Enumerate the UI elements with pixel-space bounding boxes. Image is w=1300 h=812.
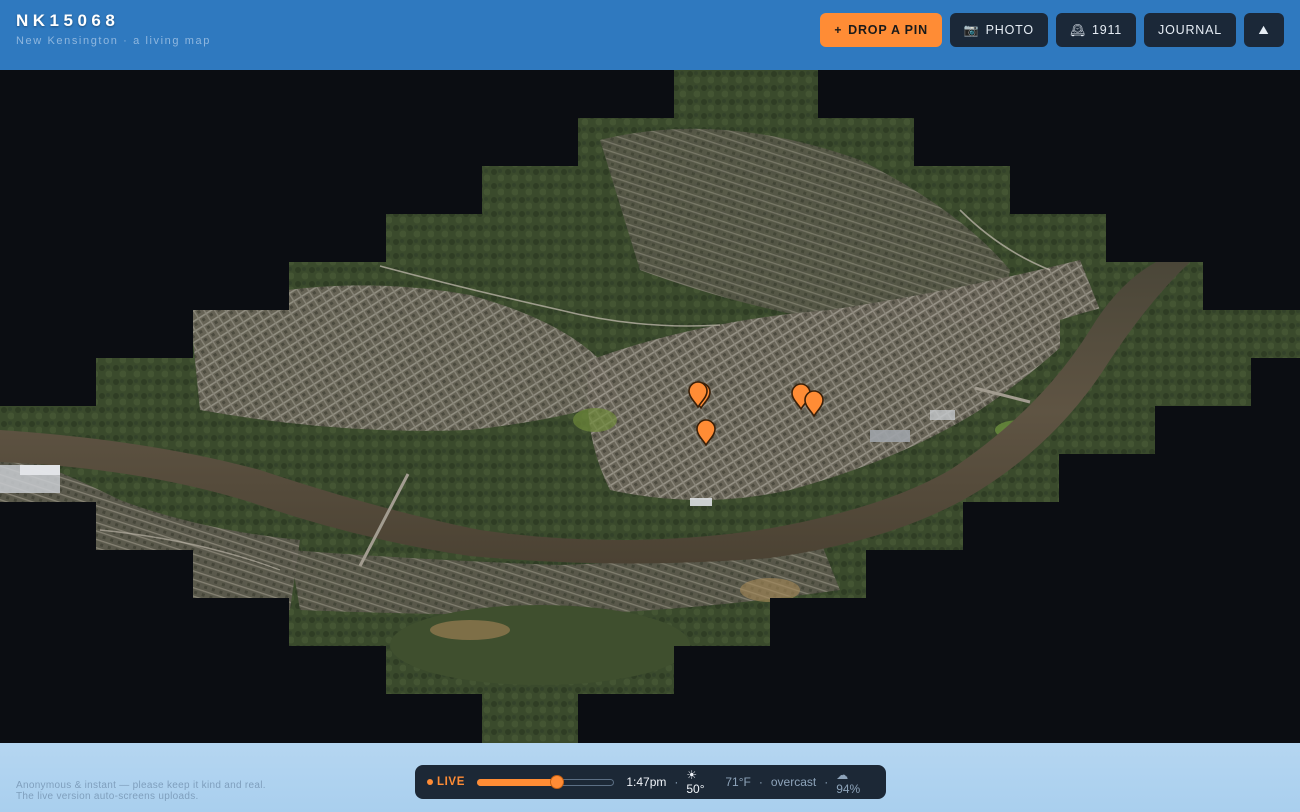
- separator-dot: ·: [758, 775, 763, 789]
- sun-angle: ☀ 50°: [686, 768, 705, 796]
- drop-pin-label: DROP A PIN: [848, 23, 928, 37]
- journal-button[interactable]: JOURNAL: [1144, 13, 1236, 47]
- bottom-bar: Anonymous & instant — please keep it kin…: [0, 743, 1300, 812]
- separator-dot: ·: [824, 775, 829, 789]
- cloud-cover: ☁ 94%: [836, 768, 861, 796]
- time-slider[interactable]: [476, 775, 615, 789]
- separator-dot: ·: [674, 775, 679, 789]
- map-canvas[interactable]: [0, 70, 1300, 743]
- slider-fill: [476, 779, 557, 786]
- historic-1911-button[interactable]: 🕰 1911: [1055, 13, 1137, 47]
- brand: NK15068 New Kensington · a living map: [16, 11, 211, 47]
- photo-label: PHOTO: [985, 23, 1034, 37]
- top-bar: NK15068 New Kensington · a living map + …: [0, 0, 1300, 70]
- live-timeline-bar: LIVE 1:47pm · ☀ 50° 71°F · overcast · ☁ …: [415, 765, 886, 799]
- plus-icon: +: [834, 23, 843, 37]
- camera-icon: 📷: [963, 23, 980, 37]
- historic-map-icon: 🕰: [1069, 23, 1086, 37]
- current-time: 1:47pm: [626, 775, 667, 789]
- header-actions: + DROP A PIN 📷 PHOTO 🕰 1911 JOURNAL ⛰: [820, 13, 1284, 47]
- journal-label: JOURNAL: [1158, 23, 1222, 37]
- photo-button[interactable]: 📷 PHOTO: [949, 13, 1048, 47]
- slider-thumb[interactable]: [549, 775, 564, 789]
- live-dot-icon: [427, 779, 433, 785]
- satellite-layers-icon: ⛰: [1258, 22, 1270, 37]
- temperature: 71°F: [725, 775, 751, 789]
- satellite-map[interactable]: [0, 70, 1300, 743]
- site-title: NK15068: [16, 11, 120, 30]
- weather-condition: overcast: [770, 775, 817, 789]
- layers-toggle-button[interactable]: ⛰: [1244, 13, 1284, 47]
- map-tiles: [0, 70, 1300, 743]
- disclaimer-text: Anonymous & instant — please keep it kin…: [16, 780, 266, 802]
- year-label: 1911: [1091, 23, 1123, 37]
- site-subtitle: New Kensington · a living map: [16, 35, 211, 47]
- drop-pin-button[interactable]: + DROP A PIN: [820, 13, 942, 47]
- live-label: LIVE: [437, 776, 465, 788]
- live-indicator[interactable]: LIVE: [427, 776, 465, 788]
